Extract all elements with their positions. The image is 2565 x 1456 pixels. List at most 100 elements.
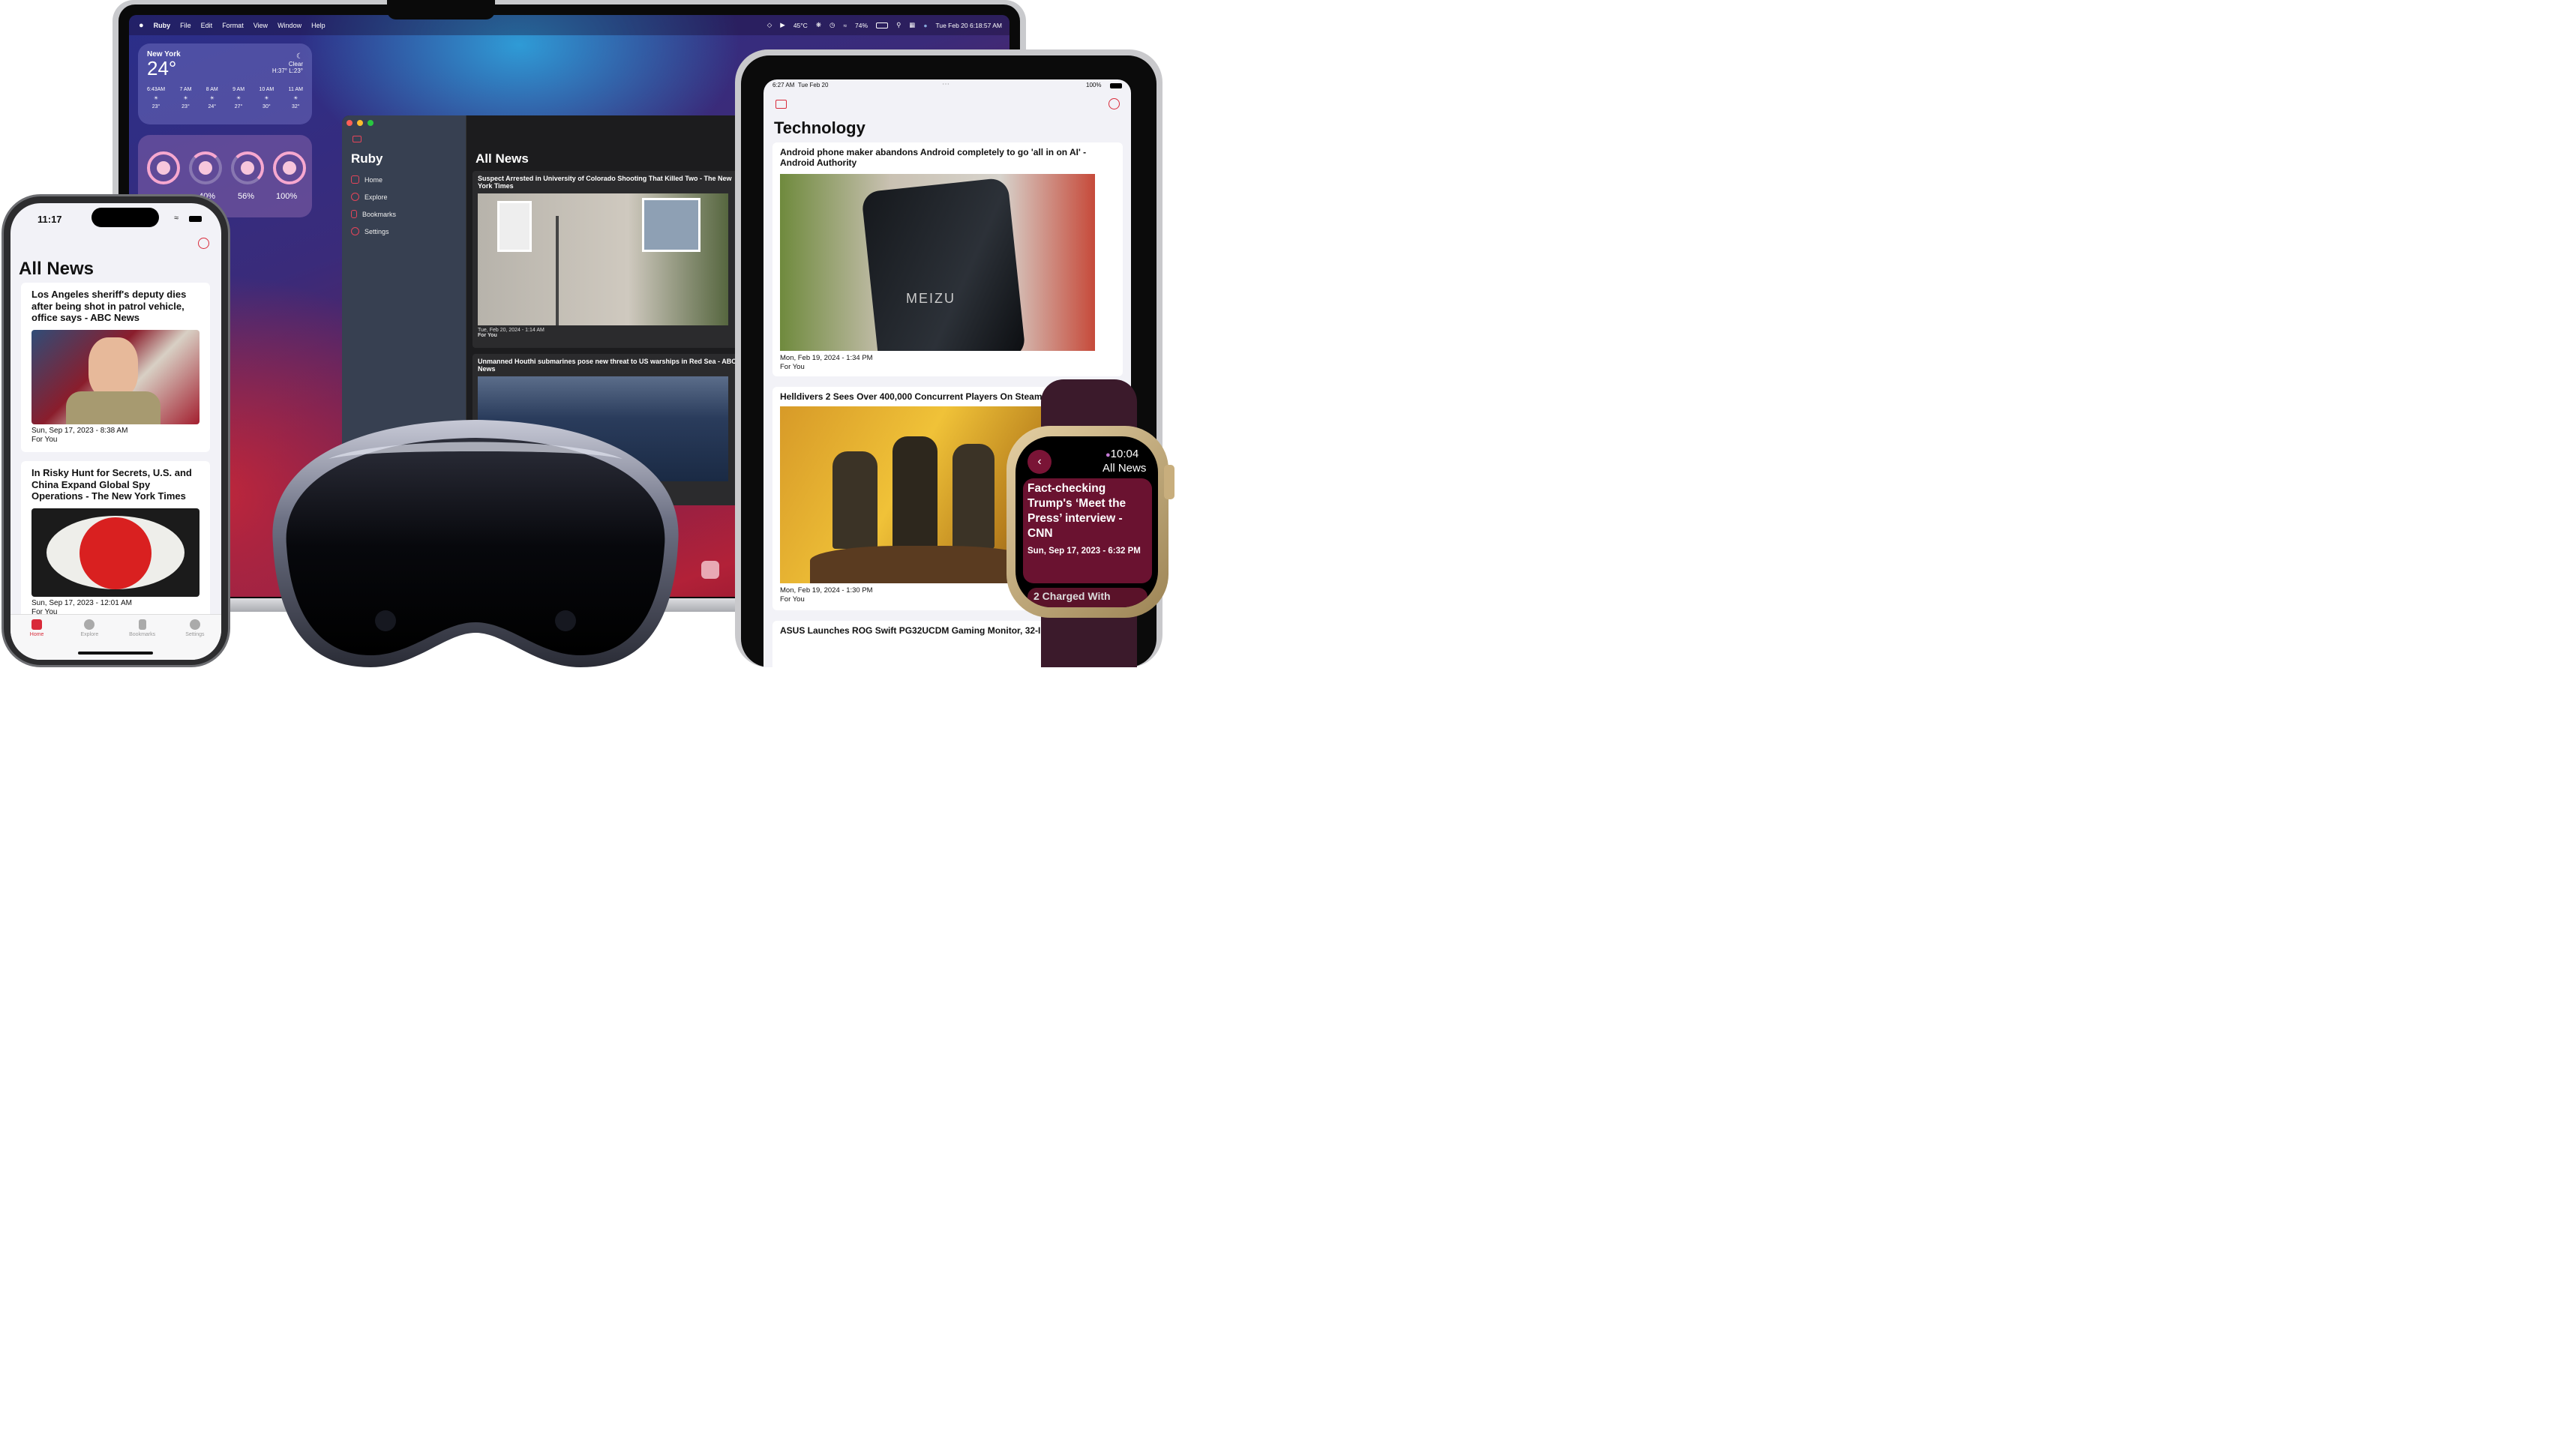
globe-icon [84,619,95,630]
forecast-hour: 11 AM ☀ 32° [288,87,303,109]
article-title: In Risky Hunt for Secrets, U.S. and Chin… [32,467,192,502]
sun-icon: ☀ [264,96,269,101]
ruby-dock-icon[interactable] [701,561,719,579]
next-article-card[interactable]: 2 Charged With [1028,588,1148,607]
house-icon [32,619,43,630]
article-card[interactable]: Los Angeles sheriff's deputy dies after … [21,283,210,452]
article-date: Tue, Feb 20, 2024 - 1:14 AM [478,328,544,333]
siri-icon[interactable]: ● [923,22,927,29]
menu-bar: ● Ruby File Edit Format View Window Help… [129,15,1010,35]
watch-digital-crown[interactable] [1164,465,1174,499]
tab-home[interactable]: Home [10,615,63,660]
article-date: Mon, Feb 19, 2024 - 1:34 PM [780,354,873,362]
house-icon [351,175,359,184]
filter-menu-icon[interactable] [1108,98,1120,109]
bookmark-icon [138,619,146,630]
forecast-hour: 10 AM ☀ 30° [259,87,274,109]
forecast-hour: 9 AM ☀ 27° [232,87,245,109]
watch-page-title: All News [1102,462,1147,475]
article-title: Unmanned Houthi submarines pose new thre… [478,358,736,373]
close-window-button[interactable] [346,120,352,126]
sun-icon: ☀ [236,96,242,101]
article-card[interactable]: In Risky Hunt for Secrets, U.S. and Chin… [21,461,210,619]
sidebar-toggle-icon[interactable] [352,136,362,142]
sun-icon: ☀ [153,96,159,101]
apple-logo-icon[interactable]: ● [139,21,144,30]
menu-help[interactable]: Help [311,22,326,29]
watch-screen: ‹ ●10:04 All News Fact-checking Trump's … [1016,436,1158,607]
watch-time: ●10:04 [1106,448,1139,460]
dynamic-island [92,208,159,227]
fan-icon[interactable]: ❋ [816,21,821,29]
sidebar-toggle-icon[interactable] [776,100,787,109]
macbook-notch [387,0,495,19]
control-center-icon[interactable]: ▦ [909,21,915,29]
sidebar-item-home[interactable]: Home [351,175,382,184]
article-image [32,329,200,424]
weather-condition: Clear [288,61,303,67]
menu-view[interactable]: View [254,22,268,29]
forecast-hour: 8 AM ☀ 24° [206,87,218,109]
battery-status: 100% [1086,82,1102,88]
article-category: For You [478,333,497,338]
clock-icon[interactable]: ◷ [830,21,835,29]
forecast-hour: 6:43AM ☀ 23° [147,87,166,109]
sun-icon: ☀ [293,96,298,101]
article-category: For You [32,435,58,444]
battery-icon[interactable] [876,22,889,28]
airpod-right-battery-ring [273,151,306,184]
zoom-window-button[interactable] [368,120,374,126]
multitasking-dots-icon[interactable]: ⋯ [942,80,950,88]
article-date: Sun, Sep 17, 2023 - 8:38 AM [32,426,128,435]
battery-percent: 100% [276,192,298,201]
battery-status[interactable]: 74% [855,22,868,29]
sidebar-item-settings[interactable]: Settings [351,227,389,235]
gear-icon [351,227,359,235]
weather-temp: 24° [147,57,177,79]
menu-file[interactable]: File [180,22,191,29]
tab-settings[interactable]: Settings [169,615,221,660]
menu-edit[interactable]: Edit [201,22,213,29]
airpod-icon [199,161,212,175]
home-indicator [78,652,153,655]
sun-icon: ☀ [209,96,214,101]
moon-icon: ☾ [296,52,303,61]
sidebar-item-bookmarks[interactable]: Bookmarks [351,210,396,218]
article-card[interactable]: Android phone maker abandons Android com… [772,142,1123,376]
article-date: Sun, Sep 17, 2023 - 6:32 PM [1028,547,1141,556]
back-chevron-icon[interactable]: ‹ [1028,450,1052,474]
sidebar-item-explore[interactable]: Explore [351,193,388,201]
menu-format[interactable]: Format [222,22,244,29]
layers-icon[interactable]: ◇ [767,21,772,29]
forecast-hour: 7 AM ☀ 23° [179,87,192,109]
page-title: Technology [774,118,866,137]
page-title: All News [19,259,94,279]
minimize-window-button[interactable] [357,120,363,126]
search-icon[interactable]: ⚲ [896,21,901,29]
article-title: Los Angeles sheriff's deputy dies after … [32,289,187,323]
menu-app-name[interactable]: Ruby [154,22,171,29]
article-card[interactable]: Suspect Arrested in University of Colora… [472,171,742,348]
article-image: MEIZU [780,174,1095,351]
filter-menu-icon[interactable] [198,238,209,249]
article-title: Suspect Arrested in University of Colora… [478,175,732,190]
airpod-battery-ring [189,151,222,184]
watch-article-card[interactable]: Fact-checking Trump's ‘Meet the Press’ i… [1023,478,1152,583]
menu-window[interactable]: Window [278,22,302,29]
gear-icon [189,619,200,630]
phone-brand-text: MEIZU [906,291,956,306]
laptop-icon [157,161,170,175]
menu-clock[interactable]: Tue Feb 20 6:18:57 AM [935,22,1002,29]
play-icon[interactable]: ▶ [780,21,785,29]
bookmark-icon [351,210,357,218]
article-date: Sun, Sep 17, 2023 - 12:01 AM [32,598,132,607]
battery-icon [189,216,202,222]
sidebar-title: Ruby [351,151,383,166]
weather-widget[interactable]: New York 24° ☾ Clear H:37° L:23° 6:43AM ☀… [138,43,312,124]
status-time: 11:17 [38,214,62,225]
article-title: Fact-checking Trump's ‘Meet the Press’ i… [1028,482,1126,540]
vision-pro-headset [272,420,679,667]
wifi-icon[interactable]: ≈ [843,22,847,29]
temperature-status[interactable]: 45°C [794,22,808,29]
laptop-battery-ring [147,151,180,184]
